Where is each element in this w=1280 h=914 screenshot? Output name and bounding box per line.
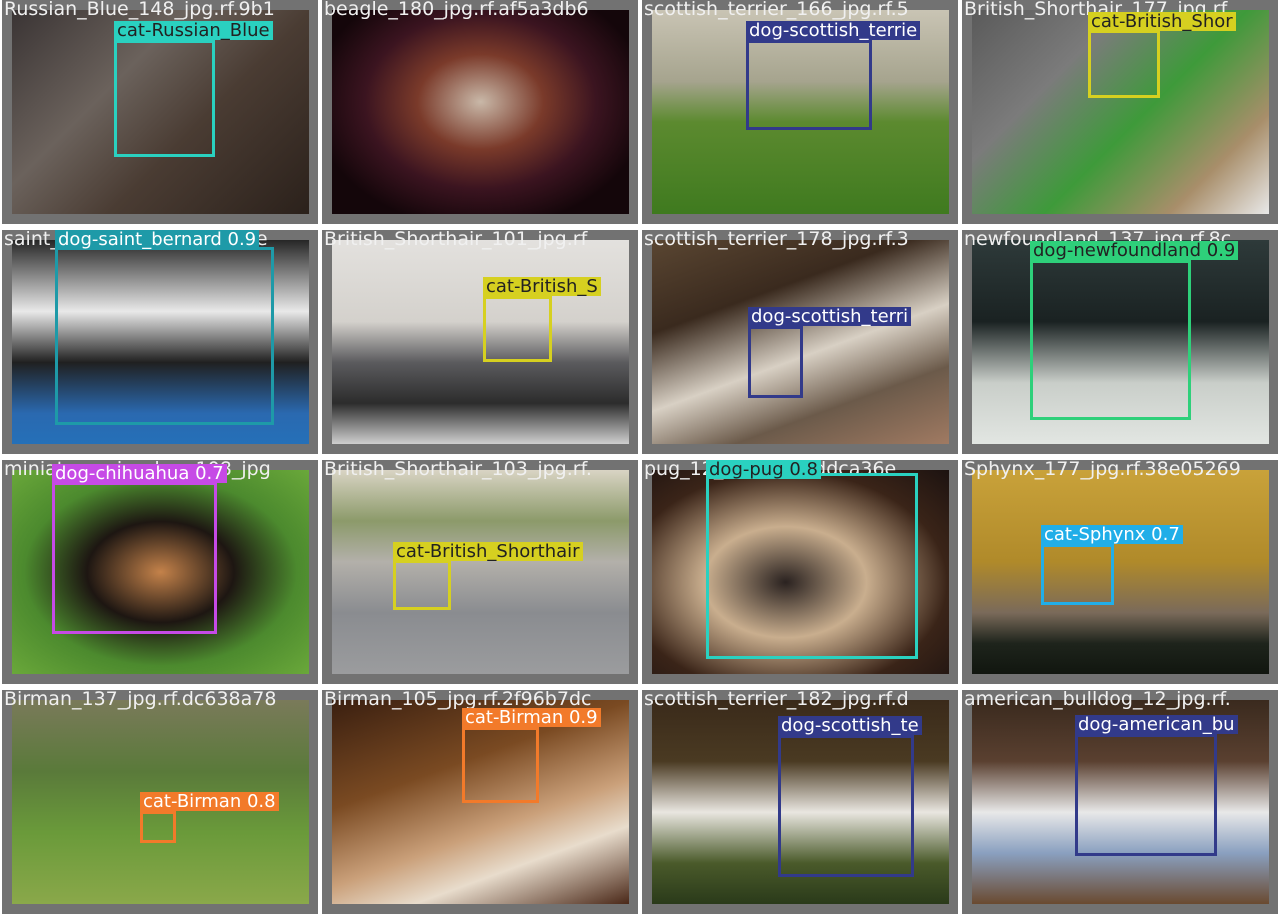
- detection-label: dog-newfoundland 0.9: [1030, 241, 1239, 260]
- detection-label: cat-Sphynx 0.7: [1041, 525, 1183, 544]
- filename-label: scottish_terrier_178_jpg.rf.3: [644, 230, 909, 250]
- image-tile: British_Shorthair_101_jpg.rf cat-British…: [322, 230, 638, 454]
- detection-label: cat-British_Shorthair: [393, 542, 583, 561]
- detection-label: dog-scottish_terri: [748, 307, 912, 326]
- detection-label: cat-Birman 0.9: [462, 708, 601, 727]
- bounding-box: [1030, 260, 1191, 420]
- filename-label: beagle_180_jpg.rf.af5a3db6: [324, 0, 589, 20]
- image-tile: miniature_pinscher_108_jpg dog-chihuahua…: [2, 460, 318, 684]
- bounding-box: [706, 473, 918, 659]
- bounding-box: [1088, 30, 1160, 98]
- detection-label: cat-Russian_Blue: [114, 21, 273, 40]
- photo: [332, 10, 629, 214]
- detection-grid: Russian_Blue_148_jpg.rf.9b1 cat-Russian_…: [0, 0, 1280, 914]
- image-tile: newfoundland_137_jpg.rf.8c dog-newfoundl…: [962, 230, 1278, 454]
- detection-label: dog-pug 0.8: [706, 460, 821, 479]
- bounding-box: [55, 247, 274, 425]
- bounding-box: [483, 296, 552, 362]
- bounding-box: [746, 40, 872, 130]
- image-tile: scottish_terrier_178_jpg.rf.3 dog-scotti…: [642, 230, 958, 454]
- filename-label: Sphynx_177_jpg.rf.38e05269: [964, 460, 1241, 480]
- photo: [332, 470, 629, 674]
- image-tile: scottish_terrier_182_jpg.rf.d dog-scotti…: [642, 690, 958, 914]
- bounding-box: [140, 811, 176, 843]
- filename-label: British_Shorthair_103_jpg.rf.: [324, 460, 592, 480]
- detection-label: cat-British_S: [483, 277, 601, 296]
- detection-label: dog-scottish_terrie: [746, 21, 921, 40]
- photo: [332, 240, 629, 444]
- filename-label: scottish_terrier_166_jpg.rf.5: [644, 0, 909, 20]
- image-tile: Birman_105_jpg.rf.2f96b7dc cat-Birman 0.…: [322, 690, 638, 914]
- image-tile: British_Shorthair_103_jpg.rf. cat-Britis…: [322, 460, 638, 684]
- filename-label: Russian_Blue_148_jpg.rf.9b1: [4, 0, 275, 20]
- bounding-box: [1041, 544, 1114, 605]
- detection-label: dog-scottish_te: [778, 716, 922, 735]
- bounding-box: [1075, 734, 1217, 856]
- image-tile: american_bulldog_12_jpg.rf. dog-american…: [962, 690, 1278, 914]
- detection-label: cat-British_Shor: [1088, 12, 1236, 31]
- filename-label: British_Shorthair_101_jpg.rf: [324, 230, 588, 250]
- filename-label: Birman_137_jpg.rf.dc638a78: [4, 690, 277, 710]
- detection-label: dog-american_bu: [1075, 715, 1238, 734]
- bounding-box: [393, 560, 451, 610]
- detection-label: dog-chihuahua 0.7: [52, 464, 227, 483]
- image-tile: Russian_Blue_148_jpg.rf.9b1 cat-Russian_…: [2, 0, 318, 224]
- detection-label: cat-Birman 0.8: [140, 792, 279, 811]
- bounding-box: [748, 326, 803, 398]
- bounding-box: [778, 735, 914, 877]
- image-tile: Birman_137_jpg.rf.dc638a78 cat-Birman 0.…: [2, 690, 318, 914]
- bounding-box: [52, 482, 217, 634]
- image-tile: saint_bernard_15_jpg.rf.e3e dog-saint_be…: [2, 230, 318, 454]
- image-tile: scottish_terrier_166_jpg.rf.5 dog-scotti…: [642, 0, 958, 224]
- bounding-box: [114, 40, 215, 157]
- bounding-box: [462, 727, 539, 803]
- image-tile: British_Shorthair_177_jpg.rf cat-British…: [962, 0, 1278, 224]
- photo: [972, 470, 1269, 674]
- filename-label: american_bulldog_12_jpg.rf.: [964, 690, 1231, 710]
- image-tile: beagle_180_jpg.rf.af5a3db6: [322, 0, 638, 224]
- image-tile: Sphynx_177_jpg.rf.38e05269 cat-Sphynx 0.…: [962, 460, 1278, 684]
- image-tile: pug_12_jpg.rf.b56ddca36e dog-pug 0.8: [642, 460, 958, 684]
- filename-label: scottish_terrier_182_jpg.rf.d: [644, 690, 909, 710]
- detection-label: dog-saint_bernard 0.9: [55, 230, 260, 249]
